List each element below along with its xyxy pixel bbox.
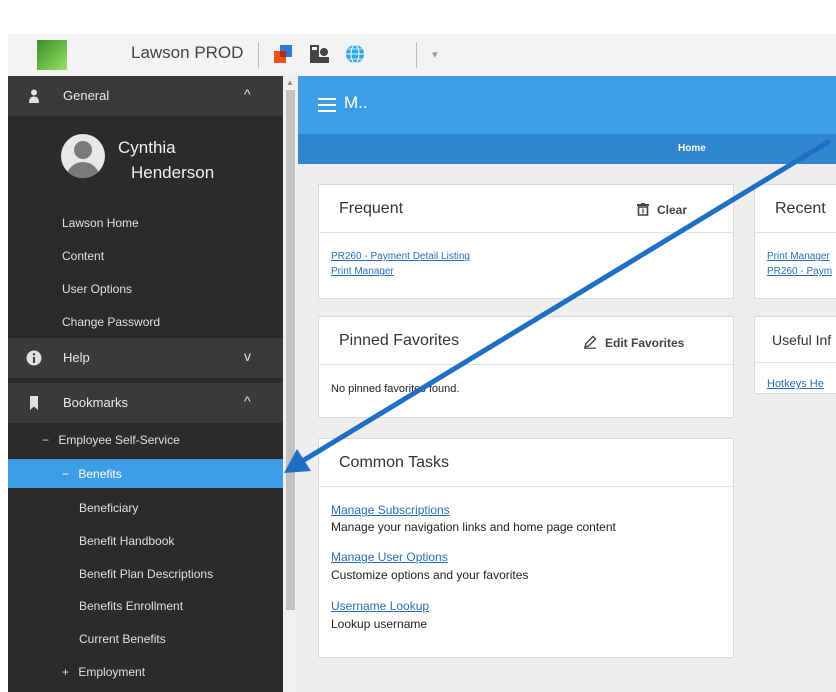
card-header: Recent [755, 185, 836, 233]
tree-item-label: Employee Self-Service [58, 433, 180, 447]
user-last-name: Henderson [131, 163, 215, 182]
tree-item-benefit-handbook[interactable]: Benefit Handbook [79, 534, 174, 548]
frequent-link[interactable]: PR260 - Payment Detail Listing [331, 251, 470, 262]
avatar [61, 134, 105, 178]
tree-item-employment[interactable]: + Employment [62, 665, 145, 679]
card-title: Recent [775, 200, 826, 217]
main-header: M.. [298, 76, 836, 134]
main-content: M.. Home Frequent Clear PR260 - Payment … [298, 76, 836, 692]
card-title: Pinned Favorites [339, 332, 460, 349]
nav-strip: Home [298, 134, 836, 164]
card-header: Frequent Clear [319, 185, 733, 233]
frequent-link[interactable]: Print Manager [331, 266, 394, 277]
tab-home[interactable]: Home [678, 143, 706, 154]
info-icon [26, 350, 42, 366]
chevron-up-icon[interactable]: ^ [244, 86, 251, 102]
no-favorites-message: No pinned favorites found. [331, 383, 460, 395]
user-name: Cynthia Henderson [118, 135, 214, 185]
page-title: M.. [344, 93, 368, 112]
bookmark-icon [30, 396, 38, 410]
sidebar-section-bookmarks[interactable]: Bookmarks ^ [8, 383, 283, 423]
pinned-favorites-card: Pinned Favorites Edit Favorites No pinne… [318, 316, 734, 418]
task-description: Lookup username [331, 617, 428, 631]
username-lookup-link[interactable]: Username Lookup [331, 599, 429, 613]
clear-label: Clear [657, 203, 688, 217]
sidebar-section-label: Bookmarks [63, 395, 129, 410]
sidebar-item-content[interactable]: Content [62, 249, 104, 263]
sidebar-section-general[interactable]: General ^ [8, 76, 283, 116]
clear-button[interactable]: Clear [637, 203, 687, 217]
tree-item-beneficiary[interactable]: Beneficiary [79, 501, 138, 515]
bookmark-flags-icon[interactable] [272, 43, 294, 65]
card-header: Pinned Favorites Edit Favorites [319, 317, 733, 365]
common-tasks-card: Common Tasks Manage Subscriptions Manage… [318, 438, 734, 658]
manage-subscriptions-link[interactable]: Manage Subscriptions [331, 503, 450, 517]
card-header: Common Tasks [319, 439, 733, 487]
recent-link[interactable]: PR260 - Paym [767, 266, 832, 277]
sidebar-item-user-options[interactable]: User Options [62, 282, 132, 296]
chevron-down-icon[interactable]: v [244, 348, 251, 364]
toolbar-divider [258, 42, 259, 68]
tree-item-label: Benefits [78, 467, 122, 481]
edit-favorites-label: Edit Favorites [605, 336, 685, 350]
collapse-icon[interactable]: − [42, 433, 49, 447]
top-bar: Lawson PROD ▾ [8, 34, 836, 76]
task-description: Manage your navigation links and home pa… [331, 520, 616, 534]
card-header: Useful Inf [755, 317, 836, 363]
sidebar-scrollbar[interactable]: ▲ [283, 76, 298, 692]
recent-card: Recent Print Manager PR260 - Paym [754, 184, 836, 299]
edit-favorites-button[interactable]: Edit Favorites [583, 335, 684, 350]
tree-item-benefit-plan-descriptions[interactable]: Benefit Plan Descriptions [79, 567, 213, 581]
frequent-card: Frequent Clear PR260 - Payment Detail Li… [318, 184, 734, 299]
trash-icon [637, 203, 649, 216]
user-directory-icon[interactable] [308, 43, 330, 65]
sidebar: General ^ Cynthia Henderson Lawson Home … [8, 76, 283, 692]
globe-icon[interactable] [344, 43, 366, 65]
lawson-logo-icon [37, 40, 67, 70]
sidebar-item-lawson-home[interactable]: Lawson Home [62, 216, 139, 230]
sidebar-section-label: General [63, 88, 110, 103]
pencil-icon [583, 335, 597, 349]
manage-user-options-link[interactable]: Manage User Options [331, 550, 448, 564]
app-title: Lawson PROD [131, 43, 244, 62]
chevron-up-icon[interactable]: ^ [244, 393, 251, 409]
card-title: Common Tasks [339, 454, 449, 471]
task-description: Customize options and your favorites [331, 568, 529, 582]
tree-item-current-benefits[interactable]: Current Benefits [79, 632, 166, 646]
hotkeys-help-link[interactable]: Hotkeys He [767, 378, 824, 390]
useful-info-card: Useful Inf Hotkeys He [754, 316, 836, 394]
user-first-name: Cynthia [118, 138, 176, 157]
scroll-up-icon[interactable]: ▲ [286, 78, 294, 87]
collapse-icon[interactable]: − [62, 467, 69, 481]
toolbar-dropdown-icon[interactable]: ▾ [432, 48, 438, 61]
user-icon [29, 89, 39, 103]
menu-icon[interactable] [318, 98, 336, 112]
sidebar-section-label: Help [63, 350, 90, 365]
tree-item-benefits[interactable]: − Benefits [8, 459, 283, 488]
tree-item-employee-self-service[interactable]: − Employee Self-Service [42, 433, 180, 447]
card-title: Useful Inf [772, 332, 832, 348]
expand-icon[interactable]: + [62, 665, 69, 679]
sidebar-section-help[interactable]: Help v [8, 338, 283, 378]
scrollbar-thumb[interactable] [286, 90, 295, 610]
toolbar-divider [416, 42, 417, 68]
recent-link[interactable]: Print Manager [767, 251, 830, 262]
tree-item-label: Employment [78, 665, 146, 679]
card-title: Frequent [339, 200, 404, 217]
tree-item-benefits-enrollment[interactable]: Benefits Enrollment [79, 599, 183, 613]
sidebar-item-change-password[interactable]: Change Password [62, 315, 160, 329]
